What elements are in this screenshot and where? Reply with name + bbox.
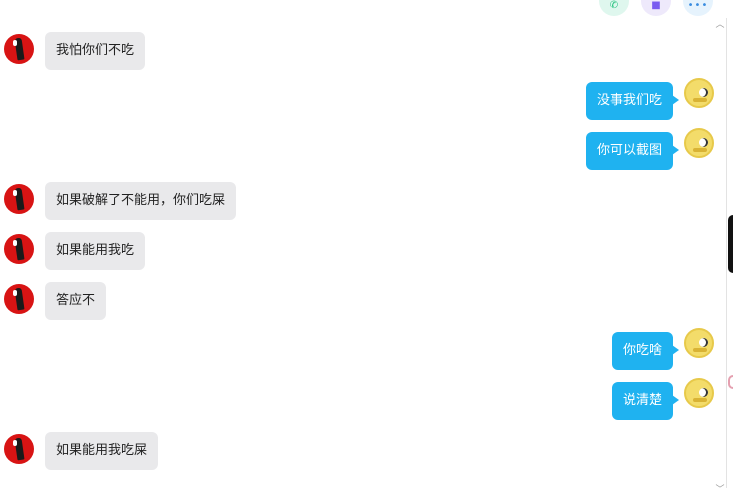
my-avatar[interactable] xyxy=(684,78,714,108)
message-row: 没事我们吃 xyxy=(0,78,727,122)
contact-avatar[interactable] xyxy=(4,34,34,64)
contact-avatar[interactable] xyxy=(4,184,34,214)
incoming-message-bubble[interactable]: 如果能用我吃屎 xyxy=(45,432,159,470)
my-avatar[interactable] xyxy=(684,128,714,158)
scroll-up-arrow-icon[interactable]: ︿ xyxy=(714,20,726,30)
message-row: 我怕你们不吃 xyxy=(0,32,727,72)
contact-avatar[interactable] xyxy=(4,434,34,464)
contact-avatar[interactable] xyxy=(4,284,34,314)
more-dots-icon[interactable]: ••• xyxy=(683,0,713,16)
message-row: 你吃啥 xyxy=(0,328,727,372)
outgoing-message-bubble[interactable]: 你可以截图 xyxy=(585,132,680,170)
incoming-message-bubble[interactable]: 我怕你们不吃 xyxy=(45,32,146,70)
message-row: 如果能用我吃屎 xyxy=(0,432,727,472)
scroll-down-arrow-icon[interactable]: ﹀ xyxy=(714,485,726,495)
incoming-message-bubble[interactable]: 如果破解了不能用，你们吃屎 xyxy=(45,182,237,220)
message-row: 如果能用我吃 xyxy=(0,232,727,272)
incoming-message-bubble[interactable]: 如果能用我吃 xyxy=(45,232,146,270)
phone-icon[interactable]: ✆ xyxy=(599,0,629,16)
message-row: 答应不 xyxy=(0,282,727,322)
side-panel-edge-icon xyxy=(728,375,733,389)
contact-avatar[interactable] xyxy=(4,234,34,264)
incoming-message-bubble[interactable]: 答应不 xyxy=(45,282,107,320)
my-avatar[interactable] xyxy=(684,378,714,408)
outgoing-message-bubble[interactable]: 说清楚 xyxy=(611,382,680,420)
chat-message-area: ✆ ■ ••• 我怕你们不吃 没事我们吃 你可以截图 如果破解了不能用，你们吃屎… xyxy=(0,0,727,496)
my-avatar[interactable] xyxy=(684,328,714,358)
outgoing-message-bubble[interactable]: 你吃啥 xyxy=(611,332,680,370)
message-row: 说清楚 xyxy=(0,378,727,422)
outgoing-message-bubble[interactable]: 没事我们吃 xyxy=(585,82,680,120)
video-call-icon[interactable]: ■ xyxy=(641,0,671,16)
message-row: 如果破解了不能用，你们吃屎 xyxy=(0,182,727,222)
side-panel-edge xyxy=(728,215,733,273)
scrollbar-track[interactable] xyxy=(726,18,727,488)
message-row: 你可以截图 xyxy=(0,128,727,172)
